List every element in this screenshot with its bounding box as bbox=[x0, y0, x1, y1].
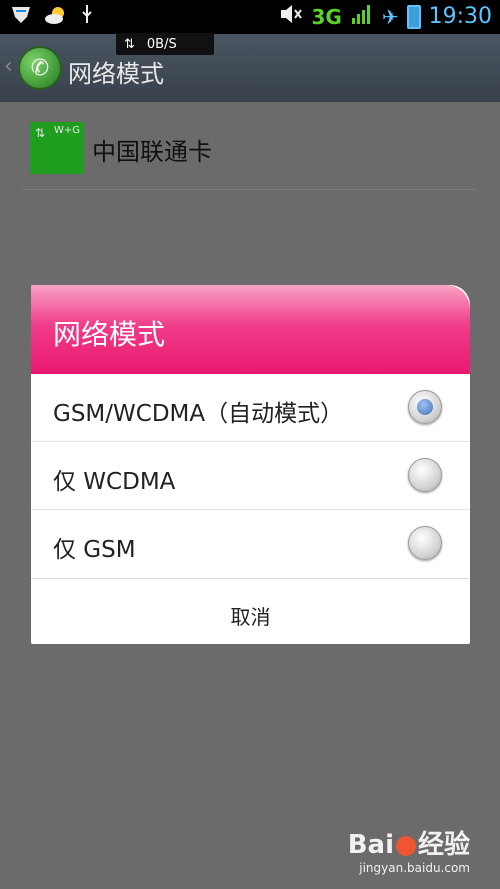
sim-card-row[interactable]: ⇅ W+G 中国联通卡 bbox=[22, 120, 477, 190]
network-speed-indicator: ⇅ 0B/S bbox=[116, 33, 214, 55]
status-bar: 3G ✈ 19:30 bbox=[0, 0, 500, 34]
network-type-3g: 3G bbox=[311, 4, 342, 29]
sim-arrows-icon: ⇅ bbox=[35, 126, 46, 140]
sim-card-icon: ⇅ W+G bbox=[30, 122, 84, 174]
option-label: 仅 GSM bbox=[53, 537, 136, 563]
dialog-footer: 取消 bbox=[31, 578, 470, 644]
network-mode-dialog: 网络模式 GSM/WCDMA（自动模式） 仅 WCDMA 仅 GSM 取消 bbox=[31, 285, 470, 644]
option-label: GSM/WCDMA（自动模式） bbox=[53, 401, 344, 427]
sim-badge: W+G bbox=[53, 125, 80, 136]
signal-bars-icon bbox=[350, 2, 374, 31]
usb-icon bbox=[80, 4, 94, 30]
radio-button[interactable] bbox=[408, 526, 442, 560]
phone-icon[interactable]: ✆ bbox=[18, 46, 62, 90]
option-gsm-only[interactable]: 仅 GSM bbox=[31, 510, 470, 578]
dialog-title: 网络模式 bbox=[53, 318, 166, 351]
cancel-button[interactable]: 取消 bbox=[31, 601, 470, 630]
back-chevron-icon[interactable]: ‹ bbox=[4, 54, 13, 79]
radio-button-selected[interactable] bbox=[408, 390, 442, 424]
watermark-suffix: 经验 bbox=[417, 830, 470, 860]
action-bar: ‹ ✆ 网络模式 bbox=[0, 34, 500, 102]
option-label: 仅 WCDMA bbox=[53, 469, 176, 495]
page-title: 网络模式 bbox=[68, 60, 164, 88]
watermark-url: jingyan.baidu.com bbox=[359, 861, 470, 875]
clock: 19:30 bbox=[428, 4, 492, 29]
sim-card-label: 中国联通卡 bbox=[92, 138, 212, 166]
option-wcdma-only[interactable]: 仅 WCDMA bbox=[31, 442, 470, 510]
radio-button[interactable] bbox=[408, 458, 442, 492]
status-notification-icons bbox=[10, 4, 94, 30]
mute-icon bbox=[279, 3, 303, 30]
airplane-icon: ✈ bbox=[381, 4, 399, 29]
paw-icon bbox=[395, 835, 416, 856]
network-speed-value: 0B/S bbox=[146, 36, 177, 52]
data-transfer-icon: ⇅ bbox=[124, 36, 135, 52]
security-shield-icon bbox=[10, 5, 32, 29]
dialog-header: 网络模式 bbox=[31, 285, 470, 374]
weather-icon bbox=[44, 5, 68, 29]
status-system-icons: 3G ✈ 19:30 bbox=[279, 2, 492, 31]
baidu-watermark: Bai 经验 jingyan.baidu.com bbox=[348, 824, 470, 875]
baidu-logo: Bai 经验 bbox=[348, 824, 470, 861]
option-gsm-wcdma-auto[interactable]: GSM/WCDMA（自动模式） bbox=[31, 374, 470, 442]
watermark-brand: Bai bbox=[347, 830, 394, 860]
battery-icon bbox=[406, 4, 421, 29]
